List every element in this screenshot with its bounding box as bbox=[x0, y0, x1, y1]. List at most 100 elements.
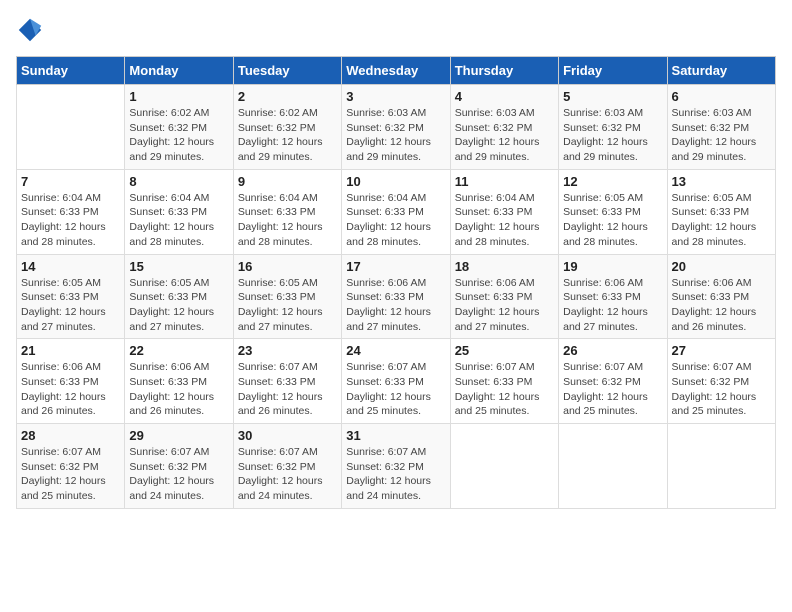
calendar-cell: 26 Sunrise: 6:07 AM Sunset: 6:32 PM Dayli… bbox=[559, 339, 667, 424]
day-number: 2 bbox=[238, 89, 337, 104]
day-number: 27 bbox=[672, 343, 771, 358]
calendar-cell: 21 Sunrise: 6:06 AM Sunset: 6:33 PM Dayli… bbox=[17, 339, 125, 424]
day-number: 19 bbox=[563, 259, 662, 274]
day-info: Sunrise: 6:07 AM Sunset: 6:32 PM Dayligh… bbox=[238, 445, 337, 504]
day-number: 29 bbox=[129, 428, 228, 443]
day-number: 7 bbox=[21, 174, 120, 189]
logo bbox=[16, 16, 48, 44]
day-info: Sunrise: 6:07 AM Sunset: 6:32 PM Dayligh… bbox=[672, 360, 771, 419]
calendar-cell: 22 Sunrise: 6:06 AM Sunset: 6:33 PM Dayli… bbox=[125, 339, 233, 424]
day-info: Sunrise: 6:06 AM Sunset: 6:33 PM Dayligh… bbox=[21, 360, 120, 419]
day-info: Sunrise: 6:07 AM Sunset: 6:33 PM Dayligh… bbox=[455, 360, 554, 419]
day-info: Sunrise: 6:04 AM Sunset: 6:33 PM Dayligh… bbox=[455, 191, 554, 250]
calendar-cell: 29 Sunrise: 6:07 AM Sunset: 6:32 PM Dayli… bbox=[125, 424, 233, 509]
day-info: Sunrise: 6:07 AM Sunset: 6:32 PM Dayligh… bbox=[129, 445, 228, 504]
calendar-cell: 3 Sunrise: 6:03 AM Sunset: 6:32 PM Daylig… bbox=[342, 85, 450, 170]
day-info: Sunrise: 6:05 AM Sunset: 6:33 PM Dayligh… bbox=[129, 276, 228, 335]
calendar-cell: 25 Sunrise: 6:07 AM Sunset: 6:33 PM Dayli… bbox=[450, 339, 558, 424]
day-number: 8 bbox=[129, 174, 228, 189]
calendar-cell: 7 Sunrise: 6:04 AM Sunset: 6:33 PM Daylig… bbox=[17, 169, 125, 254]
day-number: 24 bbox=[346, 343, 445, 358]
calendar-cell: 2 Sunrise: 6:02 AM Sunset: 6:32 PM Daylig… bbox=[233, 85, 341, 170]
day-number: 14 bbox=[21, 259, 120, 274]
day-info: Sunrise: 6:04 AM Sunset: 6:33 PM Dayligh… bbox=[238, 191, 337, 250]
day-info: Sunrise: 6:07 AM Sunset: 6:32 PM Dayligh… bbox=[563, 360, 662, 419]
day-info: Sunrise: 6:07 AM Sunset: 6:33 PM Dayligh… bbox=[238, 360, 337, 419]
day-info: Sunrise: 6:07 AM Sunset: 6:33 PM Dayligh… bbox=[346, 360, 445, 419]
calendar-week-row: 1 Sunrise: 6:02 AM Sunset: 6:32 PM Daylig… bbox=[17, 85, 776, 170]
calendar-cell: 17 Sunrise: 6:06 AM Sunset: 6:33 PM Dayli… bbox=[342, 254, 450, 339]
day-info: Sunrise: 6:03 AM Sunset: 6:32 PM Dayligh… bbox=[455, 106, 554, 165]
calendar-cell: 13 Sunrise: 6:05 AM Sunset: 6:33 PM Dayli… bbox=[667, 169, 775, 254]
day-number: 23 bbox=[238, 343, 337, 358]
weekday-header: Wednesday bbox=[342, 57, 450, 85]
day-info: Sunrise: 6:02 AM Sunset: 6:32 PM Dayligh… bbox=[129, 106, 228, 165]
calendar-cell: 16 Sunrise: 6:05 AM Sunset: 6:33 PM Dayli… bbox=[233, 254, 341, 339]
calendar-cell: 19Sunrise: 6:06 AM Sunset: 6:33 PM Dayli… bbox=[559, 254, 667, 339]
day-number: 3 bbox=[346, 89, 445, 104]
day-number: 6 bbox=[672, 89, 771, 104]
day-info: Sunrise: 6:06 AM Sunset: 6:33 PM Dayligh… bbox=[129, 360, 228, 419]
weekday-header: Tuesday bbox=[233, 57, 341, 85]
calendar-cell: 8Sunrise: 6:04 AM Sunset: 6:33 PM Daylig… bbox=[125, 169, 233, 254]
calendar-cell: 20Sunrise: 6:06 AM Sunset: 6:33 PM Dayli… bbox=[667, 254, 775, 339]
calendar-cell bbox=[17, 85, 125, 170]
calendar-cell bbox=[667, 424, 775, 509]
day-number: 30 bbox=[238, 428, 337, 443]
calendar-cell: 28 Sunrise: 6:07 AM Sunset: 6:32 PM Dayli… bbox=[17, 424, 125, 509]
day-number: 17 bbox=[346, 259, 445, 274]
day-number: 22 bbox=[129, 343, 228, 358]
day-number: 31 bbox=[346, 428, 445, 443]
weekday-header: Saturday bbox=[667, 57, 775, 85]
calendar-cell: 11 Sunrise: 6:04 AM Sunset: 6:33 PM Dayli… bbox=[450, 169, 558, 254]
calendar-week-row: 7 Sunrise: 6:04 AM Sunset: 6:33 PM Daylig… bbox=[17, 169, 776, 254]
calendar-cell: 9Sunrise: 6:04 AM Sunset: 6:33 PM Daylig… bbox=[233, 169, 341, 254]
calendar-cell: 15Sunrise: 6:05 AM Sunset: 6:33 PM Dayli… bbox=[125, 254, 233, 339]
calendar-cell: 5Sunrise: 6:03 AM Sunset: 6:32 PM Daylig… bbox=[559, 85, 667, 170]
day-info: Sunrise: 6:04 AM Sunset: 6:33 PM Dayligh… bbox=[346, 191, 445, 250]
calendar-cell bbox=[559, 424, 667, 509]
logo-icon bbox=[16, 16, 44, 44]
weekday-header: Thursday bbox=[450, 57, 558, 85]
day-number: 12 bbox=[563, 174, 662, 189]
day-info: Sunrise: 6:02 AM Sunset: 6:32 PM Dayligh… bbox=[238, 106, 337, 165]
calendar-table: SundayMondayTuesdayWednesdayThursdayFrid… bbox=[16, 56, 776, 509]
day-info: Sunrise: 6:05 AM Sunset: 6:33 PM Dayligh… bbox=[672, 191, 771, 250]
calendar-cell: 14Sunrise: 6:05 AM Sunset: 6:33 PM Dayli… bbox=[17, 254, 125, 339]
calendar-cell: 4 Sunrise: 6:03 AM Sunset: 6:32 PM Daylig… bbox=[450, 85, 558, 170]
calendar-cell: 12 Sunrise: 6:05 AM Sunset: 6:33 PM Dayli… bbox=[559, 169, 667, 254]
day-info: Sunrise: 6:03 AM Sunset: 6:32 PM Dayligh… bbox=[346, 106, 445, 165]
day-info: Sunrise: 6:06 AM Sunset: 6:33 PM Dayligh… bbox=[346, 276, 445, 335]
day-info: Sunrise: 6:05 AM Sunset: 6:33 PM Dayligh… bbox=[563, 191, 662, 250]
day-number: 25 bbox=[455, 343, 554, 358]
day-info: Sunrise: 6:07 AM Sunset: 6:32 PM Dayligh… bbox=[346, 445, 445, 504]
calendar-cell: 27 Sunrise: 6:07 AM Sunset: 6:32 PM Dayli… bbox=[667, 339, 775, 424]
calendar-cell: 24 Sunrise: 6:07 AM Sunset: 6:33 PM Dayli… bbox=[342, 339, 450, 424]
day-number: 16 bbox=[238, 259, 337, 274]
day-info: Sunrise: 6:04 AM Sunset: 6:33 PM Dayligh… bbox=[21, 191, 120, 250]
day-number: 28 bbox=[21, 428, 120, 443]
day-number: 18 bbox=[455, 259, 554, 274]
day-number: 13 bbox=[672, 174, 771, 189]
page-header bbox=[16, 16, 776, 44]
calendar-week-row: 28 Sunrise: 6:07 AM Sunset: 6:32 PM Dayli… bbox=[17, 424, 776, 509]
weekday-header-row: SundayMondayTuesdayWednesdayThursdayFrid… bbox=[17, 57, 776, 85]
day-number: 11 bbox=[455, 174, 554, 189]
weekday-header: Sunday bbox=[17, 57, 125, 85]
calendar-cell: 6Sunrise: 6:03 AM Sunset: 6:32 PM Daylig… bbox=[667, 85, 775, 170]
day-info: Sunrise: 6:06 AM Sunset: 6:33 PM Dayligh… bbox=[672, 276, 771, 335]
weekday-header: Friday bbox=[559, 57, 667, 85]
day-number: 1 bbox=[129, 89, 228, 104]
day-info: Sunrise: 6:07 AM Sunset: 6:32 PM Dayligh… bbox=[21, 445, 120, 504]
day-info: Sunrise: 6:05 AM Sunset: 6:33 PM Dayligh… bbox=[238, 276, 337, 335]
calendar-cell: 1 Sunrise: 6:02 AM Sunset: 6:32 PM Daylig… bbox=[125, 85, 233, 170]
day-number: 4 bbox=[455, 89, 554, 104]
calendar-week-row: 21 Sunrise: 6:06 AM Sunset: 6:33 PM Dayli… bbox=[17, 339, 776, 424]
calendar-week-row: 14 Sunrise: 6:05 AM Sunset: 6:33 PM Dayli… bbox=[17, 254, 776, 339]
calendar-cell bbox=[450, 424, 558, 509]
calendar-cell: 10Sunrise: 6:04 AM Sunset: 6:33 PM Dayli… bbox=[342, 169, 450, 254]
day-number: 21 bbox=[21, 343, 120, 358]
day-number: 26 bbox=[563, 343, 662, 358]
calendar-cell: 23 Sunrise: 6:07 AM Sunset: 6:33 PM Dayli… bbox=[233, 339, 341, 424]
calendar-cell: 30 Sunrise: 6:07 AM Sunset: 6:32 PM Dayli… bbox=[233, 424, 341, 509]
